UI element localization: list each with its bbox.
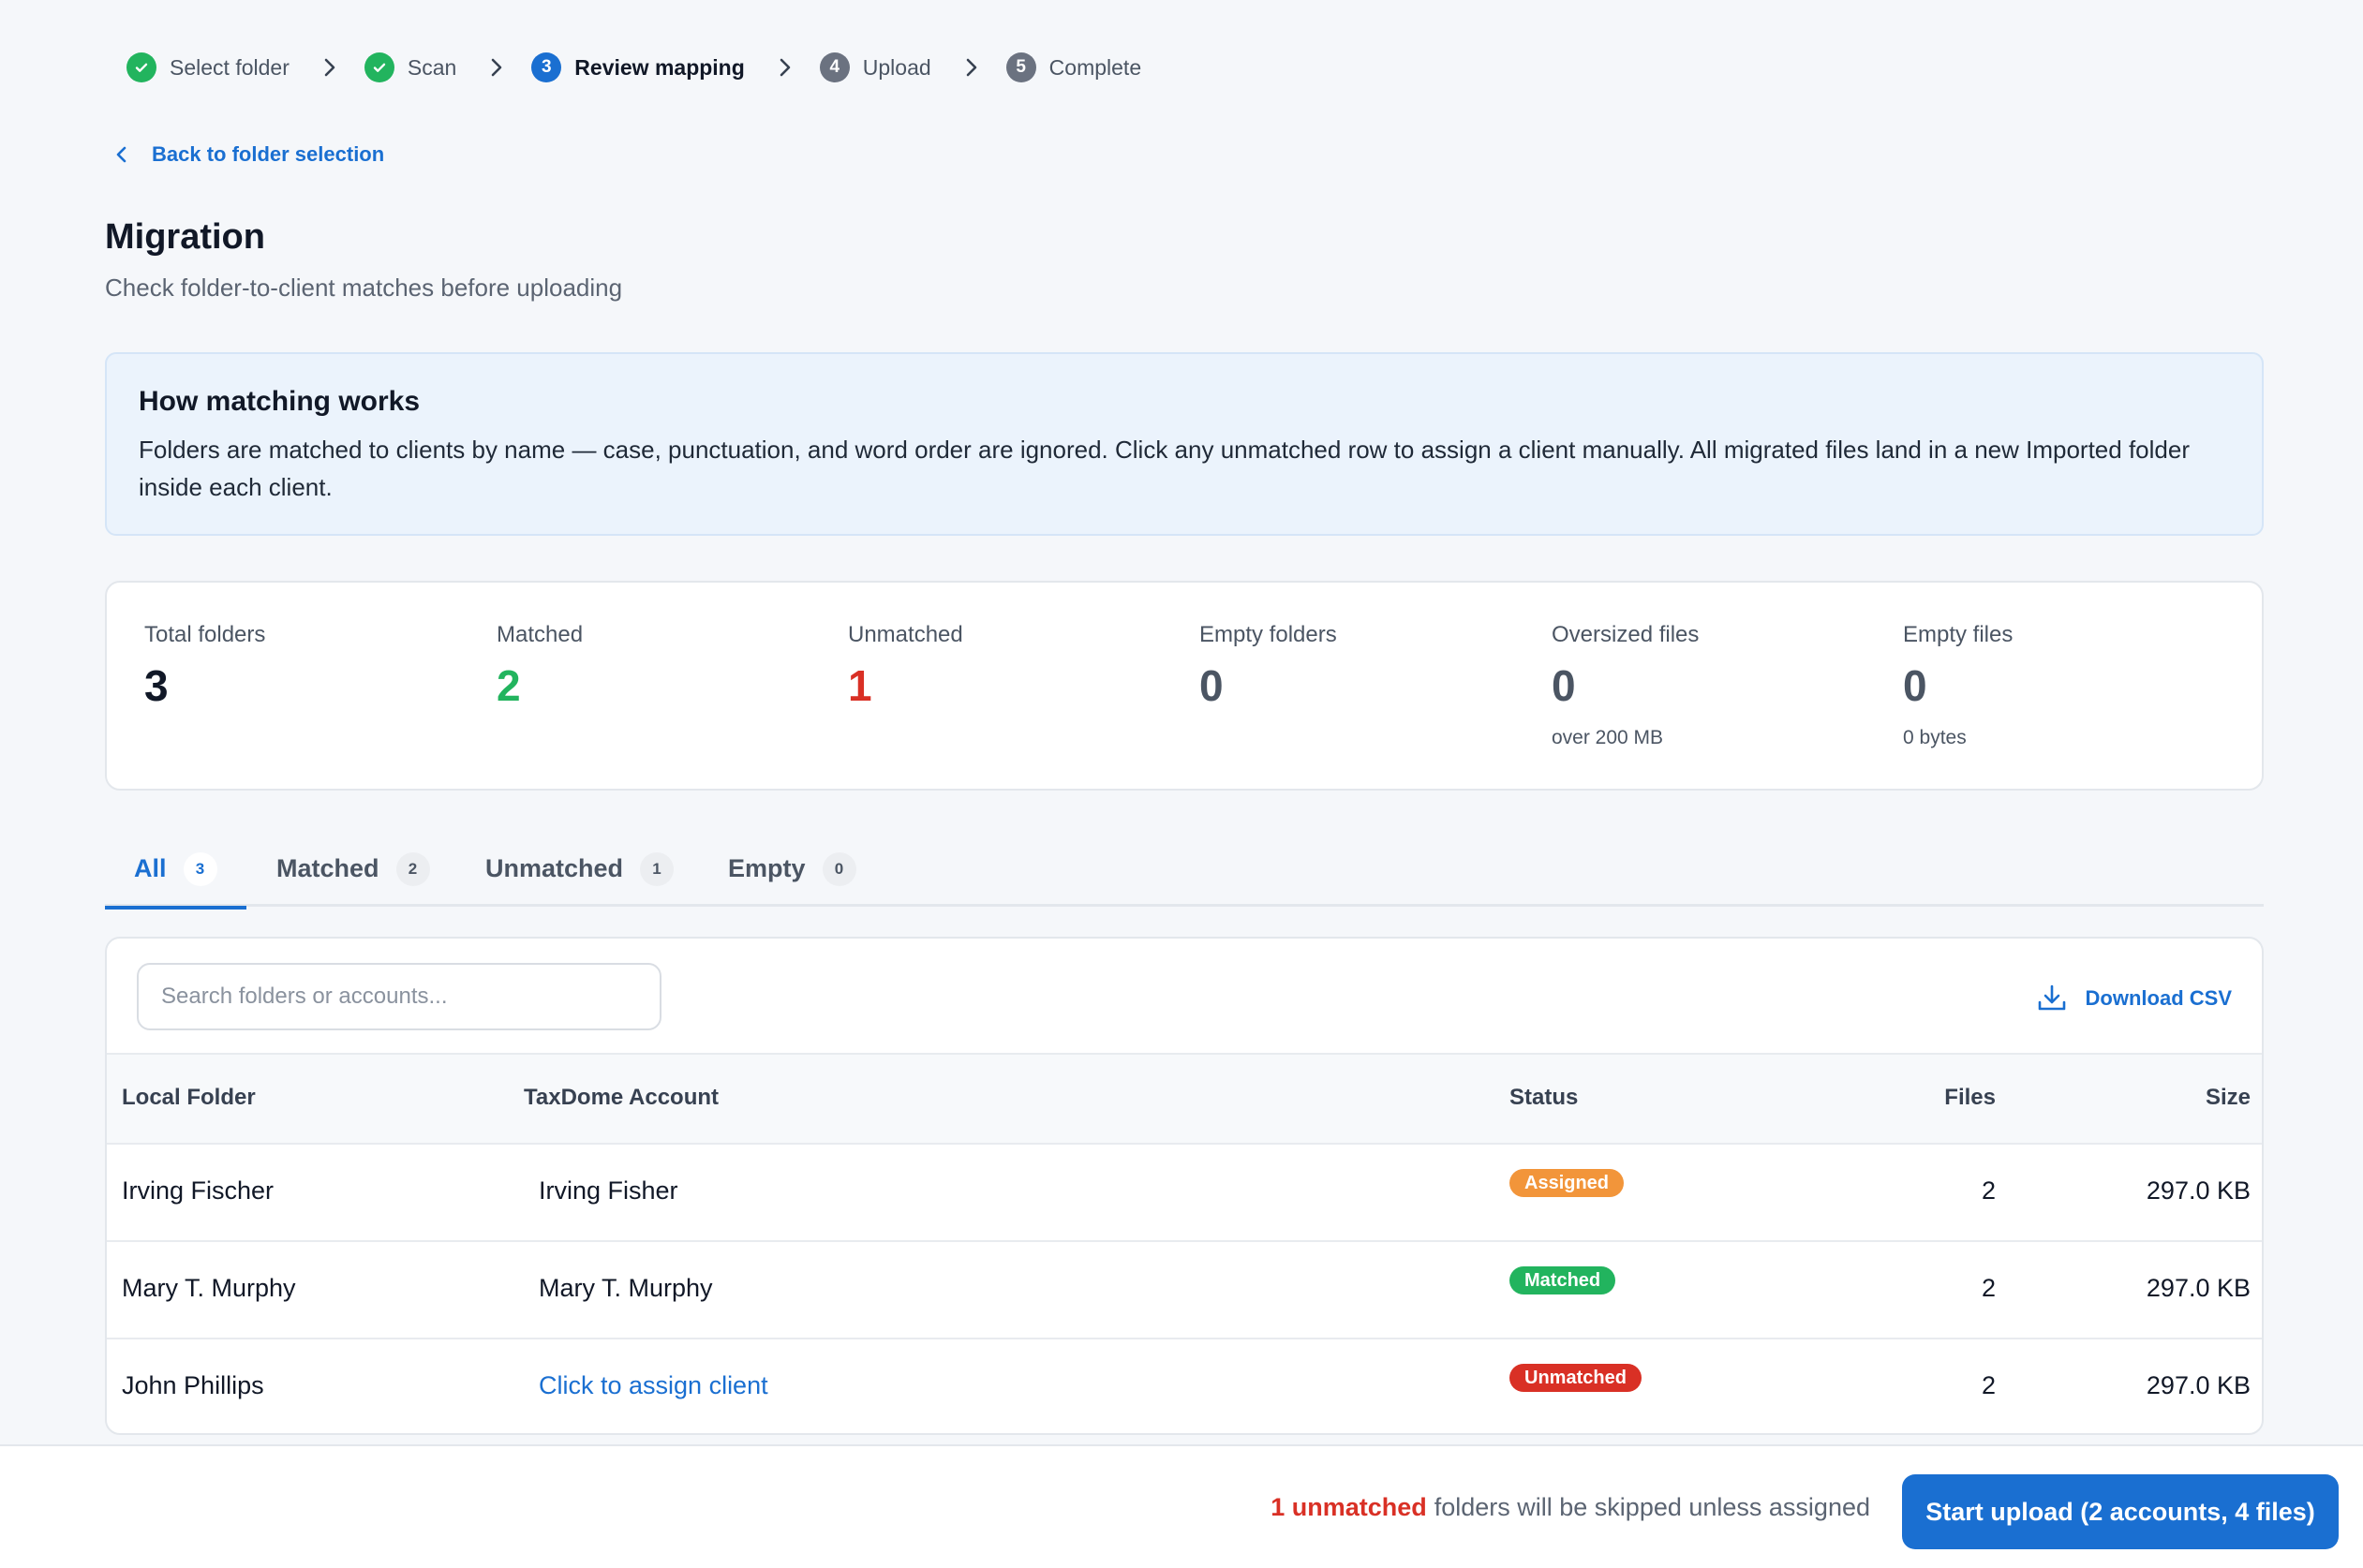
stat-label: Total folders xyxy=(144,622,266,647)
chevron-right-icon xyxy=(483,53,511,81)
info-text: Folders are matched to clients by name —… xyxy=(139,436,2190,501)
skip-warning-text: folders will be skipped unless assigned xyxy=(1434,1493,1870,1521)
stat-value: 3 xyxy=(144,661,169,710)
check-icon xyxy=(126,52,156,82)
file-count: 2 xyxy=(1981,1176,1996,1205)
unmatched-count: 1 unmatched xyxy=(1271,1493,1427,1521)
step-label: Scan xyxy=(407,54,457,80)
table-row[interactable]: Irving Fischer Irving Fisher Assigned 2 … xyxy=(107,1145,2262,1242)
tab-count-badge: 2 xyxy=(395,852,430,886)
stat-label: Matched xyxy=(497,622,584,647)
tab-empty[interactable]: Empty 0 xyxy=(728,841,856,907)
account-name: Irving Fisher xyxy=(539,1176,678,1205)
step-label: Upload xyxy=(862,54,931,80)
stat-note: over 200 MB xyxy=(1552,727,1664,748)
tab-count-badge: 0 xyxy=(822,852,856,886)
matching-info-box: How matching works Folders are matched t… xyxy=(105,352,2264,536)
status-badge: Unmatched xyxy=(1509,1364,1642,1392)
stat-empty-folders: Empty folders 0 xyxy=(1199,622,1337,710)
stat-label: Unmatched xyxy=(848,622,963,647)
stat-value: 0 xyxy=(1552,661,1576,710)
stat-value: 0 xyxy=(1903,661,1927,710)
stat-unmatched: Unmatched 1 xyxy=(848,622,963,710)
status-badge: Matched xyxy=(1509,1266,1616,1294)
status-badge: Assigned xyxy=(1509,1169,1625,1197)
stat-label: Empty files xyxy=(1903,622,2014,647)
stat-label: Empty folders xyxy=(1199,622,1337,647)
stat-value: 0 xyxy=(1199,661,1224,710)
folder-size: 297.0 KB xyxy=(2146,1371,2251,1399)
step-scan: Scan xyxy=(364,52,456,82)
stat-matched: Matched 2 xyxy=(497,622,583,710)
stat-total-folders: Total folders 3 xyxy=(144,622,265,710)
step-label: Complete xyxy=(1048,54,1142,80)
footer-action-bar: 1 unmatched folders will be skipped unles… xyxy=(0,1444,2363,1568)
column-header-size[interactable]: Size xyxy=(2206,1085,2251,1111)
stat-label: Oversized files xyxy=(1552,622,1700,647)
stat-empty-files: Empty files 0 0 bytes xyxy=(1903,622,2013,749)
folder-size: 297.0 KB xyxy=(2146,1274,2251,1302)
step-number-badge: 3 xyxy=(531,52,562,82)
tab-all[interactable]: All 3 xyxy=(105,841,246,910)
chevron-right-icon xyxy=(316,53,344,81)
check-icon xyxy=(364,52,394,82)
start-upload-button[interactable]: Start upload (2 accounts, 4 files) xyxy=(1902,1474,2339,1549)
file-count: 2 xyxy=(1981,1274,1996,1302)
download-icon xyxy=(2038,984,2065,1011)
info-title: How matching works xyxy=(139,386,421,417)
table-row[interactable]: Mary T. Murphy Mary T. Murphy Matched 2 … xyxy=(107,1242,2262,1339)
file-count: 2 xyxy=(1981,1371,1996,1399)
chevron-left-icon xyxy=(111,143,133,166)
step-complete: 5 Complete xyxy=(1005,52,1142,82)
column-header-files[interactable]: Files xyxy=(1944,1085,1996,1111)
progress-stepper: Select folder Scan 3 Review mapping 4 Up… xyxy=(126,49,1141,86)
stat-value: 1 xyxy=(848,661,872,710)
mapping-table-card: Download CSV Local Folder TaxDome Accoun… xyxy=(105,937,2264,1435)
step-upload: 4 Upload xyxy=(819,52,931,82)
stat-oversized-files: Oversized files 0 over 200 MB xyxy=(1552,622,1699,749)
folder-name: Irving Fischer xyxy=(122,1176,275,1205)
back-link-label: Back to folder selection xyxy=(152,142,385,166)
table-header: Local Folder TaxDome Account Status File… xyxy=(107,1053,2262,1145)
stats-card: Total folders 3 Matched 2 Unmatched 1 Em… xyxy=(105,581,2264,791)
column-header-account[interactable]: TaxDome Account xyxy=(524,1085,719,1111)
step-number-badge: 5 xyxy=(1005,52,1036,82)
skip-warning-message: 1 unmatched folders will be skipped unles… xyxy=(1271,1493,1870,1522)
search-input[interactable] xyxy=(137,963,661,1030)
download-csv-button[interactable]: Download CSV xyxy=(2035,982,2232,1015)
tab-matched[interactable]: Matched 2 xyxy=(276,841,430,907)
tab-label: Matched xyxy=(276,854,379,882)
page-title: Migration xyxy=(105,217,265,257)
chevron-right-icon xyxy=(771,53,799,81)
account-name: Mary T. Murphy xyxy=(539,1274,713,1302)
step-label: Select folder xyxy=(170,54,290,80)
tab-unmatched[interactable]: Unmatched 1 xyxy=(485,841,675,907)
folder-name: John Phillips xyxy=(122,1371,264,1399)
table-row[interactable]: John Phillips Click to assign client Unm… xyxy=(107,1339,2262,1433)
tab-count-badge: 1 xyxy=(640,852,675,886)
tab-label: Empty xyxy=(728,854,806,882)
step-label: Review mapping xyxy=(574,54,745,80)
tab-count-badge: 3 xyxy=(183,852,217,886)
filter-tabs: All 3 Matched 2 Unmatched 1 Empty 0 xyxy=(105,841,2264,910)
column-header-status[interactable]: Status xyxy=(1509,1085,1578,1111)
step-select-folder: Select folder xyxy=(126,52,290,82)
folder-name: Mary T. Murphy xyxy=(122,1274,296,1302)
tab-label: Unmatched xyxy=(485,854,624,882)
folder-size: 297.0 KB xyxy=(2146,1176,2251,1205)
column-header-folder[interactable]: Local Folder xyxy=(122,1085,256,1111)
stat-value: 2 xyxy=(497,661,521,710)
back-to-folder-selection-link[interactable]: Back to folder selection xyxy=(111,142,384,167)
step-number-badge: 4 xyxy=(819,52,850,82)
stat-note: 0 bytes xyxy=(1903,727,1967,748)
tab-label: All xyxy=(134,854,167,882)
chevron-right-icon xyxy=(958,53,986,81)
assign-client-link[interactable]: Click to assign client xyxy=(539,1371,768,1400)
download-csv-label: Download CSV xyxy=(2085,986,2232,1010)
step-review-mapping: 3 Review mapping xyxy=(531,52,745,82)
page-subtitle: Check folder-to-client matches before up… xyxy=(105,274,623,302)
